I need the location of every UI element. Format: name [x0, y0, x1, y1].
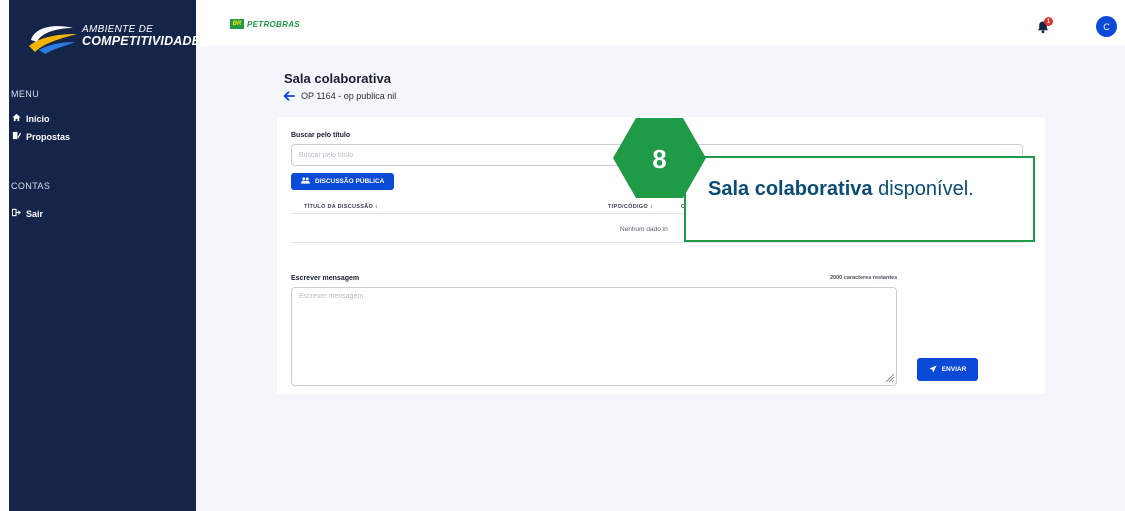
page-title: Sala colaborativa	[284, 71, 391, 86]
table-bottom-divider	[291, 242, 1023, 243]
sidebar-item-label: Propostas	[26, 131, 71, 142]
sidebar-item-label: Sair	[26, 208, 44, 219]
back-link[interactable]: OP 1164 - op publica nil	[283, 91, 396, 101]
notification-badge: 1	[1044, 17, 1053, 26]
arrow-left-icon	[283, 91, 295, 101]
sidebar-item-label: Início	[26, 113, 50, 124]
brand-box: BR	[230, 19, 244, 29]
send-button[interactable]: ENVIAR	[917, 358, 978, 381]
characters-remaining: 2000 caracteres restantes	[830, 275, 898, 281]
resize-handle-icon[interactable]	[883, 371, 895, 383]
tutorial-highlight: Sala colaborativa	[708, 178, 873, 200]
opportunity-subtitle: OP 1164 - op publica nil	[301, 91, 397, 101]
top-bar: BR PETROBRAS 1 C	[196, 0, 1125, 46]
user-avatar[interactable]: C	[1096, 16, 1117, 37]
paper-plane-icon	[929, 364, 937, 375]
proposals-icon	[11, 131, 21, 142]
public-discussion-button[interactable]: DISCUSSÃO PÚBLICA	[291, 173, 395, 190]
home-icon	[11, 113, 21, 124]
column-header-title[interactable]: TÍTULO DA DISCUSSÃO ↕	[304, 204, 378, 210]
tutorial-step-number: 8	[652, 144, 666, 174]
tutorial-tooltip: Sala colaborativa disponível.	[684, 156, 1035, 242]
tutorial-rest: disponível.	[872, 178, 974, 200]
search-label: Buscar pelo título	[291, 132, 351, 139]
sidebar-item-sair[interactable]: Sair	[11, 208, 43, 219]
menu-section-title: MENU	[11, 89, 40, 99]
petrobras-logo: BR PETROBRAS	[230, 19, 300, 29]
send-label: ENVIAR	[941, 366, 967, 373]
accounts-section-title: CONTAS	[11, 181, 51, 191]
tutorial-step-badge: 8	[613, 118, 706, 198]
empty-table-message: Nenhum dado in	[620, 226, 668, 233]
logout-icon	[11, 208, 21, 219]
app-logo: AMBIENTE DE COMPETITIVIDADE	[27, 20, 200, 56]
message-textarea[interactable]	[291, 287, 897, 386]
sidebar: AMBIENTE DE COMPETITIVIDADE MENU Início …	[9, 0, 200, 511]
public-discussion-label: DISCUSSÃO PÚBLICA	[315, 178, 385, 185]
message-label: Escrever mensagem	[291, 275, 360, 282]
column-header-type[interactable]: TIPO/CÓDIGO ↕	[608, 204, 653, 210]
sidebar-item-inicio[interactable]: Início	[11, 113, 50, 124]
users-icon	[301, 177, 310, 186]
sidebar-item-propostas[interactable]: Propostas	[11, 131, 70, 142]
brand-name: PETROBRAS	[247, 19, 300, 29]
tutorial-text: Sala colaborativa disponível.	[708, 178, 974, 201]
logo-line-2: COMPETITIVIDADE	[82, 34, 201, 48]
logo-swoosh-icon	[29, 26, 77, 54]
